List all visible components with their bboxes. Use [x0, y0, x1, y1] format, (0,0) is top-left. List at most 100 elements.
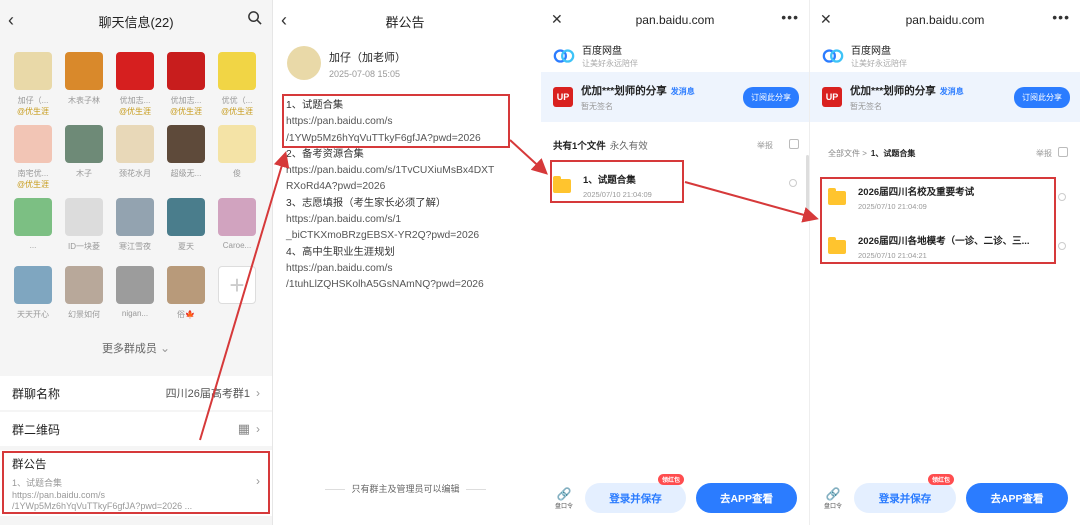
close-icon[interactable]: ✕: [551, 11, 563, 28]
member-avatar-item[interactable]: 天天开心: [11, 266, 55, 320]
avatar: [167, 52, 205, 90]
notice-item-url[interactable]: _biCTKXmoBRzgEBSX-YR2Q?pwd=2026: [286, 228, 536, 244]
member-tag: @优生涯: [16, 180, 50, 189]
domain-title: pan.baidu.com: [635, 13, 715, 27]
validity-label: 永久有效: [609, 141, 648, 152]
member-tag: @优生涯: [220, 107, 254, 116]
member-tag: @优生涯: [118, 107, 152, 116]
select-all-checkbox[interactable]: [789, 139, 799, 149]
notice-item-url[interactable]: https://pan.baidu.com/s: [286, 261, 536, 277]
member-avatar-item[interactable]: 超级无...: [164, 125, 208, 179]
member-name: 寒江雪夜: [119, 242, 151, 251]
subscribe-button[interactable]: 订阅此分享: [1014, 87, 1070, 108]
close-icon[interactable]: ✕: [820, 11, 832, 28]
link-icon: 🔗: [825, 486, 841, 501]
group-name-row[interactable]: 群聊名称 四川26届高考群1 ›: [0, 376, 272, 410]
avatar: [14, 52, 52, 90]
member-avatar-item[interactable]: 优优（... @优生涯: [215, 52, 259, 117]
link-code-button[interactable]: 🔗 盘口令: [822, 487, 844, 510]
group-name-label: 群聊名称: [12, 386, 61, 401]
member-avatar-item[interactable]: 优加志... @优生涯: [113, 52, 157, 117]
group-notice-panel: ‹ 群公告 加仔（加老师） 2025-07-08 15:05 1、试题合集 htt…: [272, 0, 537, 525]
member-avatar-item[interactable]: 木表子林: [62, 52, 106, 106]
subscribe-button[interactable]: 订阅此分享: [743, 87, 799, 108]
report-link[interactable]: 举报: [1036, 148, 1052, 159]
open-app-button[interactable]: 去APP查看: [696, 483, 797, 513]
more-members-link[interactable]: 更多群成员 ⌄: [0, 340, 272, 356]
member-avatar-item[interactable]: ...: [11, 198, 55, 250]
baidu-netdisk-logo: [553, 48, 575, 63]
more-icon[interactable]: •••: [781, 9, 799, 25]
member-avatar-item[interactable]: ID一块菱: [62, 198, 106, 252]
avatar: [116, 266, 154, 304]
message-link[interactable]: 发消息: [940, 87, 964, 96]
member-avatar-item[interactable]: nigan...: [113, 266, 157, 318]
file-count: 共有1个文件 永久有效: [553, 138, 648, 152]
red-packet-badge: 领红包: [927, 474, 954, 485]
avatar: [218, 52, 256, 90]
avatar: [218, 125, 256, 163]
post-time: 2025-07-08 15:05: [329, 69, 401, 79]
group-qr-row[interactable]: 群二维码 ▦ ›: [0, 412, 272, 446]
search-icon[interactable]: [247, 10, 262, 30]
member-name: 天天开心: [17, 310, 49, 319]
member-name: nigan...: [121, 309, 149, 318]
breadcrumb-root[interactable]: 全部文件: [828, 149, 860, 158]
login-save-button[interactable]: 登录并保存 领红包: [854, 474, 956, 513]
member-name: Caroe...: [222, 241, 252, 250]
member-avatar-item[interactable]: 俊: [215, 125, 259, 179]
chevron-down-icon: ⌄: [160, 341, 171, 355]
add-member-button[interactable]: +: [215, 266, 259, 304]
member-avatar-item[interactable]: 寒江雪夜: [113, 198, 157, 252]
brand-bar: 百度网盘 让美好永远陪伴: [822, 42, 907, 69]
avatar: [65, 266, 103, 304]
member-tag: @优生涯: [169, 107, 203, 116]
back-icon[interactable]: ‹: [281, 10, 301, 32]
back-icon[interactable]: ‹: [8, 10, 28, 32]
avatar: [116, 125, 154, 163]
page-title: 聊天信息(22): [98, 14, 174, 30]
select-all-checkbox[interactable]: [1058, 147, 1068, 157]
member-avatar-item[interactable]: 优加志... @优生涯: [164, 52, 208, 117]
qr-code-icon: ▦: [237, 421, 250, 436]
edit-permission-note: 只有群主及管理员可以编辑: [273, 482, 537, 495]
more-icon[interactable]: •••: [1052, 9, 1070, 25]
chevron-right-icon: ›: [256, 422, 260, 436]
login-save-button[interactable]: 登录并保存 领红包: [585, 474, 686, 513]
file-select-radio[interactable]: [789, 179, 797, 187]
chat-info-panel: ‹ 聊天信息(22) 加仔（... @优生涯 木表子林 优加志... @优生涯 优加志..…: [0, 0, 272, 525]
file-select-radio[interactable]: [1058, 242, 1066, 250]
notice-item-url[interactable]: RXoRd4A?pwd=2026: [286, 179, 536, 195]
baidu-folder-panel: ✕ pan.baidu.com ••• 百度网盘 让美好永远陪伴 UP 优加***…: [809, 0, 1080, 525]
open-app-button[interactable]: 去APP查看: [966, 483, 1068, 513]
notice-item-title: 4、高中生职业生涯规划: [286, 246, 395, 258]
chevron-right-icon: ›: [256, 386, 260, 400]
member-avatar-item[interactable]: 加仔（... @优生涯: [11, 52, 55, 117]
group-qr-label: 群二维码: [12, 422, 61, 437]
sharer-logo-icon: UP: [822, 87, 842, 107]
link-code-button[interactable]: 🔗 盘口令: [553, 487, 575, 510]
brand-slogan: 让美好永远陪伴: [582, 59, 638, 68]
notice-header: ‹ 群公告: [273, 0, 537, 42]
member-avatar-item[interactable]: 木子: [62, 125, 106, 179]
report-link[interactable]: 举报: [757, 140, 773, 151]
member-avatar-item[interactable]: 夏天: [164, 198, 208, 252]
notice-item-url[interactable]: https://pan.baidu.com/s/1: [286, 212, 536, 228]
share-signature: 暂无签名: [850, 101, 882, 111]
member-name: 超级无...: [170, 169, 202, 178]
avatar: [287, 46, 321, 80]
file-select-radio[interactable]: [1058, 193, 1066, 201]
member-avatar-item[interactable]: Caroe...: [215, 198, 259, 250]
member-avatar-item[interactable]: 幻景如何: [62, 266, 106, 320]
message-link[interactable]: 发消息: [671, 87, 695, 96]
notice-item-url[interactable]: https://pan.baidu.com/s/1TvCUXiuMsBx4DXT: [286, 163, 536, 179]
notice-item-url[interactable]: /1tuhLlZQHSKolhA5GsNAmNQ?pwd=2026: [286, 277, 536, 293]
avatar: [167, 198, 205, 236]
member-avatar-item[interactable]: 南宅优... @优生涯: [11, 125, 55, 190]
member-name: 木表子林: [68, 96, 100, 105]
avatar: [218, 198, 256, 236]
member-name: 优加志...: [119, 96, 151, 105]
member-avatar-item[interactable]: 颈花水月: [113, 125, 157, 179]
member-avatar-item[interactable]: 俗🍁: [164, 266, 208, 320]
brand-name: 百度网盘: [851, 46, 891, 57]
